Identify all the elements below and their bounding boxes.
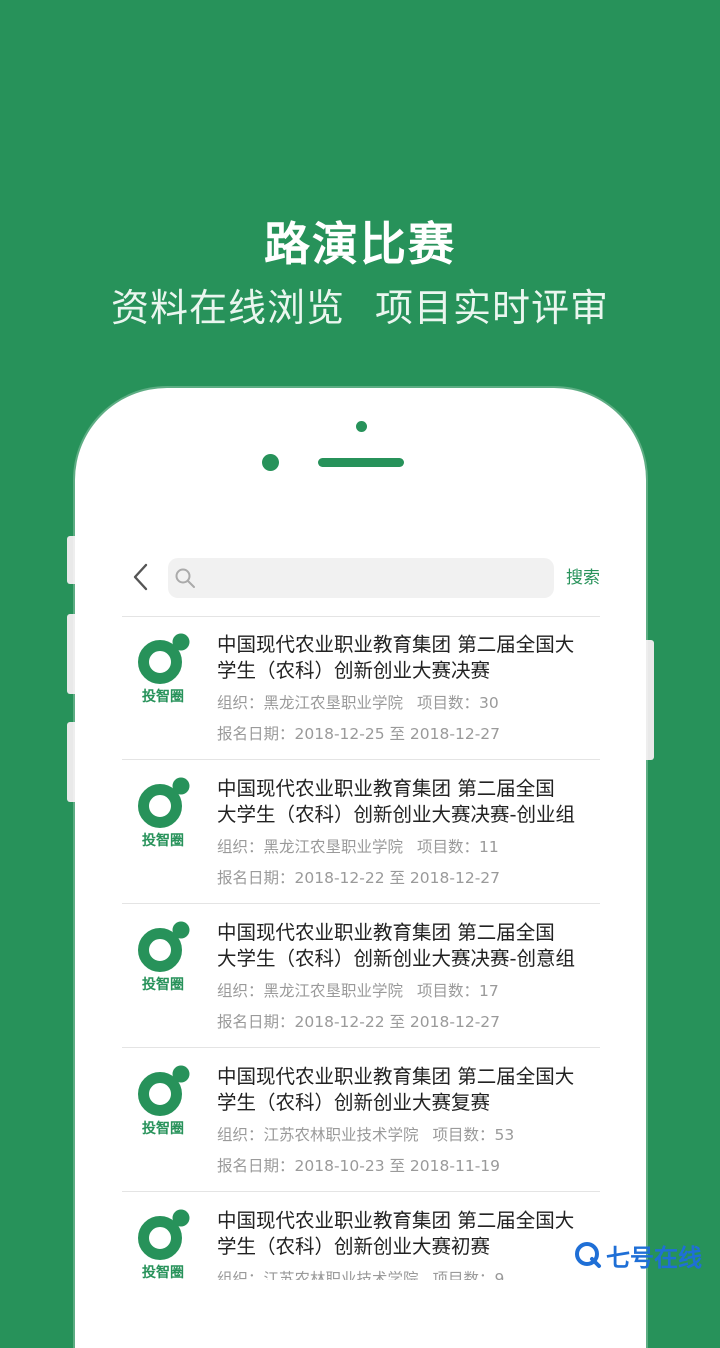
org-logo: 投智圈	[134, 632, 192, 708]
hero-subtitle: 资料在线浏览 项目实时评审	[0, 282, 720, 334]
item-title: 中国现代农业职业教育集团 第二届全国 大学生（农科）创新创业大赛决赛-创意组	[217, 921, 576, 970]
phone-side-button	[646, 640, 654, 760]
org-logo: 投智圈	[134, 1064, 192, 1140]
search-icon	[175, 568, 195, 588]
list-item[interactable]: 投智圈 中国现代农业职业教育集团 第二届全国大 学生（农科）创新创业大赛复赛 组…	[122, 1048, 600, 1192]
hero-subtitle-right: 项目实时评审	[375, 286, 610, 330]
hero-subtitle-left: 资料在线浏览	[110, 286, 345, 330]
search-bar: 搜索	[122, 540, 600, 617]
donut-logo-icon	[138, 921, 190, 972]
org-logo: 投智圈	[134, 920, 192, 996]
logo-text: 投智圈	[142, 833, 184, 849]
logo-text: 投智圈	[142, 689, 184, 705]
app-screen: 搜索 投智圈 中国现代农业职业教育集团 第二届全国大 学生（农科）创新创业大赛决…	[122, 540, 600, 1280]
item-project-count: 项目数：53	[432, 1126, 515, 1144]
item-meta: 组织：江苏农林职业技术学院 项目数：9	[217, 1269, 504, 1280]
item-meta: 组织：黑龙江农垦职业学院 项目数：11	[217, 837, 499, 857]
item-org: 组织：黑龙江农垦职业学院	[217, 838, 404, 856]
item-date: 报名日期：2018-12-25 至 2018-12-27	[217, 725, 501, 743]
item-date: 报名日期：2018-12-22 至 2018-12-27	[217, 1013, 501, 1031]
item-project-count: 项目数：9	[432, 1270, 505, 1280]
item-title: 中国现代农业职业教育集团 第二届全国大 学生（农科）创新创业大赛复赛	[217, 1065, 575, 1114]
org-logo: 投智圈	[134, 776, 192, 852]
hero-title: 路演比赛	[264, 217, 456, 271]
item-meta: 组织：黑龙江农垦职业学院 项目数：17	[217, 981, 499, 1001]
item-title: 中国现代农业职业教育集团 第二届全国大 学生（农科）创新创业大赛初赛	[217, 1209, 575, 1258]
search-button[interactable]: 搜索	[566, 566, 600, 590]
item-meta: 组织：黑龙江农垦职业学院 项目数：30	[217, 693, 499, 713]
phone-side-button	[67, 536, 75, 584]
item-project-count: 项目数：11	[417, 838, 499, 856]
item-org: 组织：黑龙江农垦职业学院	[217, 694, 404, 712]
back-button[interactable]	[126, 562, 156, 592]
donut-logo-icon	[138, 633, 190, 684]
chevron-left-icon	[133, 563, 148, 591]
item-org: 组织：江苏农林职业技术学院	[217, 1126, 419, 1144]
org-logo: 投智圈	[134, 1208, 192, 1280]
item-title: 中国现代农业职业教育集团 第二届全国 大学生（农科）创新创业大赛决赛-创业组	[217, 777, 576, 826]
list-item[interactable]: 投智圈 中国现代农业职业教育集团 第二届全国 大学生（农科）创新创业大赛决赛-创…	[122, 760, 600, 904]
item-project-count: 项目数：30	[417, 694, 499, 712]
item-title: 中国现代农业职业教育集团 第二届全国大 学生（农科）创新创业大赛决赛	[217, 633, 575, 682]
logo-text: 投智圈	[142, 977, 184, 993]
logo-text: 投智圈	[142, 1121, 184, 1137]
donut-logo-icon	[138, 1065, 190, 1116]
watermark-text: 七号在线	[606, 1243, 702, 1272]
phone-side-button	[67, 614, 75, 694]
search-input[interactable]	[200, 558, 544, 600]
phone-speaker	[318, 458, 404, 467]
watermark: 七号在线	[574, 1238, 702, 1272]
item-project-count: 项目数：17	[417, 982, 499, 1000]
logo-text: 投智圈	[142, 1265, 184, 1280]
list-item[interactable]: 投智圈 中国现代农业职业教育集团 第二届全国大 学生（农科）创新创业大赛初赛 组…	[122, 1192, 600, 1280]
donut-logo-icon	[138, 777, 190, 828]
phone-side-button	[67, 722, 75, 802]
item-org: 组织：黑龙江农垦职业学院	[217, 982, 404, 1000]
phone-camera	[356, 421, 367, 432]
q-logo-icon	[575, 1242, 601, 1268]
list-item[interactable]: 投智圈 中国现代农业职业教育集团 第二届全国大 学生（农科）创新创业大赛决赛 组…	[122, 616, 600, 760]
item-date: 报名日期：2018-10-23 至 2018-11-19	[217, 1157, 501, 1175]
item-org: 组织：江苏农林职业技术学院	[217, 1270, 419, 1280]
donut-logo-icon	[138, 1209, 190, 1260]
item-meta: 组织：江苏农林职业技术学院 项目数：53	[217, 1125, 514, 1145]
item-date: 报名日期：2018-12-22 至 2018-12-27	[217, 869, 501, 887]
list-item[interactable]: 投智圈 中国现代农业职业教育集团 第二届全国 大学生（农科）创新创业大赛决赛-创…	[122, 904, 600, 1048]
competition-list: 投智圈 中国现代农业职业教育集团 第二届全国大 学生（农科）创新创业大赛决赛 组…	[122, 616, 600, 1280]
search-field[interactable]	[168, 558, 554, 600]
phone-sensor	[262, 454, 279, 471]
